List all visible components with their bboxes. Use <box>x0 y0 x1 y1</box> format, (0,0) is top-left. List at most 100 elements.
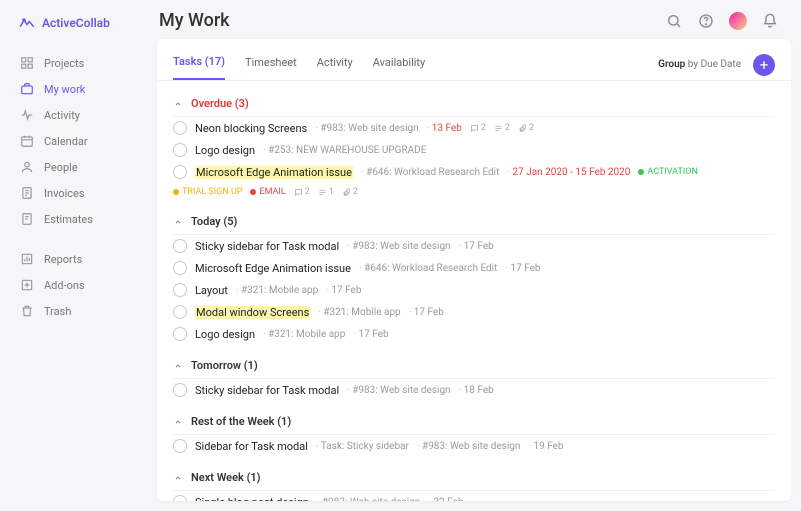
nav-item-my-work[interactable]: My work <box>0 76 143 102</box>
task-group: Today (5) Sticky sidebar for Task modal #9… <box>173 211 775 345</box>
estimate-icon <box>20 212 34 226</box>
task-meta: #983: Web site design <box>347 385 450 396</box>
panel: Tasks (17)TimesheetActivityAvailability … <box>157 39 791 501</box>
nav-item-calendar[interactable]: Calendar <box>0 128 143 154</box>
task-checkbox[interactable] <box>173 305 187 319</box>
task-title: Modal window Screens <box>195 306 310 319</box>
help-icon[interactable] <box>697 12 715 30</box>
task-meta: #321: Mobile app <box>318 307 400 318</box>
group-title: Overdue (3) <box>191 97 249 110</box>
group-header[interactable]: Next Week (1) <box>173 467 775 491</box>
group-title: Today (5) <box>191 215 237 228</box>
task-title: Single blog post design <box>195 496 309 502</box>
tab-availability[interactable]: Availability <box>373 50 425 79</box>
task-row[interactable]: Modal window Screens #321: Mobile app 17 F… <box>173 301 775 323</box>
search-icon[interactable] <box>665 12 683 30</box>
nav-item-people[interactable]: People <box>0 154 143 180</box>
subtask-icon: 2 <box>494 123 510 133</box>
task-meta: #646: Workload Research Edit <box>361 167 499 178</box>
task-row[interactable]: Sticky sidebar for Task modal#983: Web s… <box>173 379 775 401</box>
chevron-up-icon <box>173 99 183 109</box>
nav-label: Estimates <box>44 213 93 226</box>
nav-item-estimates[interactable]: Estimates <box>0 206 143 232</box>
tab-timesheet[interactable]: Timesheet <box>245 50 297 79</box>
tab-tasks[interactable]: Tasks (17) <box>173 49 225 80</box>
task-row[interactable]: Microsoft Edge Animation issue#646: Work… <box>173 257 775 279</box>
nav-label: Calendar <box>44 135 88 148</box>
task-row[interactable]: Microsoft Edge Animation issue #646: Work… <box>173 161 775 201</box>
task-due: 27 Jan 2020 - 15 Feb 2020 <box>507 167 630 178</box>
nav-label: Add-ons <box>44 279 85 292</box>
task-row[interactable]: Logo design#253: NEW WAREHOUSE UPGRADE <box>173 139 775 161</box>
nav-item-invoices[interactable]: Invoices <box>0 180 143 206</box>
group-header[interactable]: Rest of the Week (1) <box>173 411 775 435</box>
nav-item-projects[interactable]: Projects <box>0 50 143 76</box>
chevron-up-icon <box>173 217 183 227</box>
task-group: Tomorrow (1)Sticky sidebar for Task moda… <box>173 355 775 401</box>
task-checkbox[interactable] <box>173 327 187 341</box>
nav-item-trash[interactable]: Trash <box>0 298 143 324</box>
task-title: Logo design <box>195 328 255 341</box>
task-meta: 17 Feb <box>326 285 361 296</box>
nav-label: Trash <box>44 305 71 318</box>
task-group: Rest of the Week (1) Sidebar for Task mod… <box>173 411 775 457</box>
task-row[interactable]: Single blog post design #983: Web site de… <box>173 491 775 501</box>
task-checkbox[interactable] <box>173 143 187 157</box>
pulse-icon <box>20 108 34 122</box>
task-row[interactable]: Logo design#321: Mobile app17 Feb <box>173 323 775 345</box>
nav-item-activity[interactable]: Activity <box>0 102 143 128</box>
task-group: Next Week (1) Single blog post design #983… <box>173 467 775 501</box>
comment-icon: 2 <box>294 187 310 197</box>
task-checkbox[interactable] <box>173 261 187 275</box>
nav-lower: Reports Add-ons Trash <box>0 246 143 324</box>
task-title: Sticky sidebar for Task modal <box>195 240 339 253</box>
report-icon <box>20 252 34 266</box>
group-header[interactable]: Tomorrow (1) <box>173 355 775 379</box>
task-meta: 17 Feb <box>409 307 444 318</box>
task-checkbox[interactable] <box>173 383 187 397</box>
group-header[interactable]: Today (5) <box>173 211 775 235</box>
chevron-up-icon <box>173 417 183 427</box>
group-header[interactable]: Overdue (3) <box>173 93 775 117</box>
trash-icon <box>20 304 34 318</box>
grid-icon <box>20 56 34 70</box>
invoice-icon <box>20 186 34 200</box>
group-title: Rest of the Week (1) <box>191 415 291 428</box>
nav-item-reports[interactable]: Reports <box>0 246 143 272</box>
group-by[interactable]: Group by Due Date <box>658 59 741 70</box>
brand[interactable]: ActiveCollab <box>0 14 143 50</box>
task-title: Logo design <box>195 144 255 157</box>
task-title: Microsoft Edge Animation issue <box>195 166 353 179</box>
task-group: Overdue (3) Neon blocking Screens#983: We… <box>173 93 775 201</box>
task-due: 13 Feb <box>427 123 462 134</box>
user-icon <box>20 160 34 174</box>
task-row[interactable]: Sticky sidebar for Task modal #983: Web s… <box>173 235 775 257</box>
bell-icon[interactable] <box>761 12 779 30</box>
nav-item-add-ons[interactable]: Add-ons <box>0 272 143 298</box>
task-meta: #983: Web site design <box>417 441 520 452</box>
task-meta: #983: Web site design <box>347 241 450 252</box>
task-row[interactable]: Layout#321: Mobile app17 Feb <box>173 279 775 301</box>
task-checkbox[interactable] <box>173 495 187 501</box>
task-checkbox[interactable] <box>173 121 187 135</box>
task-meta: 17 Feb <box>459 241 494 252</box>
task-meta: 17 Feb <box>505 263 540 274</box>
task-checkbox[interactable] <box>173 165 187 179</box>
task-title: Microsoft Edge Animation issue <box>195 262 351 275</box>
task-row[interactable]: Sidebar for Task modalTask: Sticky sideb… <box>173 435 775 457</box>
sidebar: ActiveCollab ProjectsMy workActivity Cale… <box>0 0 143 511</box>
avatar[interactable] <box>729 12 747 30</box>
briefcase-icon <box>20 82 34 96</box>
task-checkbox[interactable] <box>173 239 187 253</box>
task-title: Neon blocking Screens <box>195 122 307 135</box>
chevron-up-icon <box>173 473 183 483</box>
tab-activity[interactable]: Activity <box>317 50 353 79</box>
task-row[interactable]: Neon blocking Screens#983: Web site desi… <box>173 117 775 139</box>
task-checkbox[interactable] <box>173 439 187 453</box>
add-button[interactable]: + <box>753 54 775 76</box>
task-meta: #321: Mobile app <box>236 285 318 296</box>
chevron-up-icon <box>173 361 183 371</box>
task-checkbox[interactable] <box>173 283 187 297</box>
task-meta: Task: Sticky sidebar <box>316 441 409 452</box>
task-meta: #983: Web site design <box>317 497 420 502</box>
